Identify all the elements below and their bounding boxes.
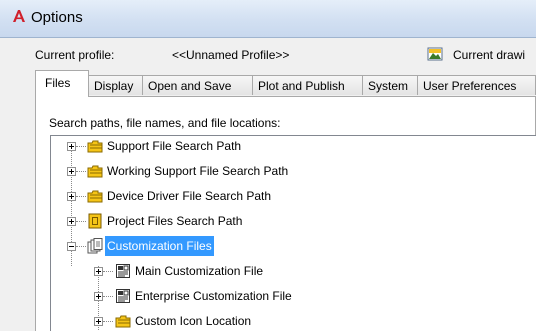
tree-node-label: Support File Search Path (107, 139, 242, 153)
tab-open-and-save-label: Open and Save (148, 79, 232, 93)
tree-node-label: Custom Icon Location (135, 314, 252, 328)
folder-stack-icon (87, 165, 103, 178)
tab-system[interactable]: System (362, 75, 418, 95)
expand-toggle-icon[interactable] (67, 142, 76, 151)
expand-toggle-icon[interactable] (94, 292, 103, 301)
autocad-logo-icon (13, 10, 25, 22)
tree-node-customization-files[interactable]: Customization Files (51, 236, 536, 256)
tree-node-label: Enterprise Customization File (135, 289, 292, 303)
expand-toggle-icon[interactable] (94, 267, 103, 276)
current-profile-label: Current profile: (35, 48, 115, 62)
file-locations-tree[interactable]: Support File Search Path Working Support… (50, 135, 536, 331)
project-file-icon (88, 213, 102, 229)
profile-row: Current profile: <<Unnamed Profile>> Cur… (0, 38, 536, 68)
tree-dotted-line (76, 171, 86, 172)
tree-dotted-line (76, 221, 86, 222)
tree-node-working-support-file-search-path[interactable]: Working Support File Search Path (51, 161, 536, 181)
tree-node-device-driver-file-search-path[interactable]: Device Driver File Search Path (51, 186, 536, 206)
tab-plot-and-publish-label: Plot and Publish (258, 79, 345, 93)
expand-toggle-icon[interactable] (94, 317, 103, 326)
drawing-icon (427, 47, 443, 61)
tree-node-label: Device Driver File Search Path (107, 189, 272, 203)
tab-files-label: Files (45, 76, 71, 90)
current-drawing-label: Current drawi (453, 48, 526, 62)
tree-node-enterprise-customization-file[interactable]: Enterprise Customization File (51, 286, 536, 306)
tab-system-label: System (368, 79, 409, 93)
tree-node-label: Project Files Search Path (107, 214, 243, 228)
expand-toggle-icon[interactable] (67, 192, 76, 201)
folder-stack-icon (87, 190, 103, 203)
tree-node-custom-icon-location[interactable]: Custom Icon Location (51, 311, 536, 331)
tab-user-preferences[interactable]: User Preferences (417, 75, 536, 95)
window-title: Options (31, 9, 83, 26)
tree-dotted-line (76, 196, 86, 197)
tree-node-support-file-search-path[interactable]: Support File Search Path (51, 136, 536, 156)
tree-node-label: Customization Files (105, 236, 214, 256)
cui-file-icon (116, 289, 130, 303)
tab-files[interactable]: Files (35, 70, 89, 97)
folder-stack-icon (115, 315, 131, 328)
search-paths-caption: Search paths, file names, and file locat… (49, 116, 281, 130)
tree-node-main-customization-file[interactable]: Main Customization File (51, 261, 536, 281)
expand-toggle-icon[interactable] (67, 167, 76, 176)
tree-node-label: Working Support File Search Path (107, 164, 289, 178)
expand-toggle-icon[interactable] (67, 217, 76, 226)
options-dialog: Options Current profile: <<Unnamed Profi… (0, 0, 536, 331)
tree-dotted-line (76, 146, 86, 147)
tab-display[interactable]: Display (88, 75, 143, 95)
tab-open-and-save[interactable]: Open and Save (142, 75, 253, 95)
folder-stack-icon (87, 140, 103, 153)
cui-file-icon (116, 264, 130, 278)
tree-dotted-line (103, 296, 113, 297)
tree-dotted-line (103, 271, 113, 272)
tree-dotted-line (76, 246, 86, 247)
tab-display-label: Display (94, 79, 134, 93)
tree-dotted-line (103, 321, 113, 322)
options-tab-strip: Files Display Open and Save Plot and Pub… (35, 70, 536, 97)
tab-plot-and-publish[interactable]: Plot and Publish (252, 75, 363, 95)
tree-node-project-files-search-path[interactable]: Project Files Search Path (51, 211, 536, 231)
files-tab-panel: Search paths, file names, and file locat… (35, 96, 536, 331)
title-bar[interactable]: Options (0, 0, 536, 38)
document-stack-icon (87, 238, 103, 254)
current-profile-value: <<Unnamed Profile>> (172, 48, 290, 62)
tree-node-label: Main Customization File (135, 264, 264, 278)
collapse-toggle-icon[interactable] (67, 242, 76, 251)
tab-user-preferences-label: User Preferences (423, 79, 517, 93)
